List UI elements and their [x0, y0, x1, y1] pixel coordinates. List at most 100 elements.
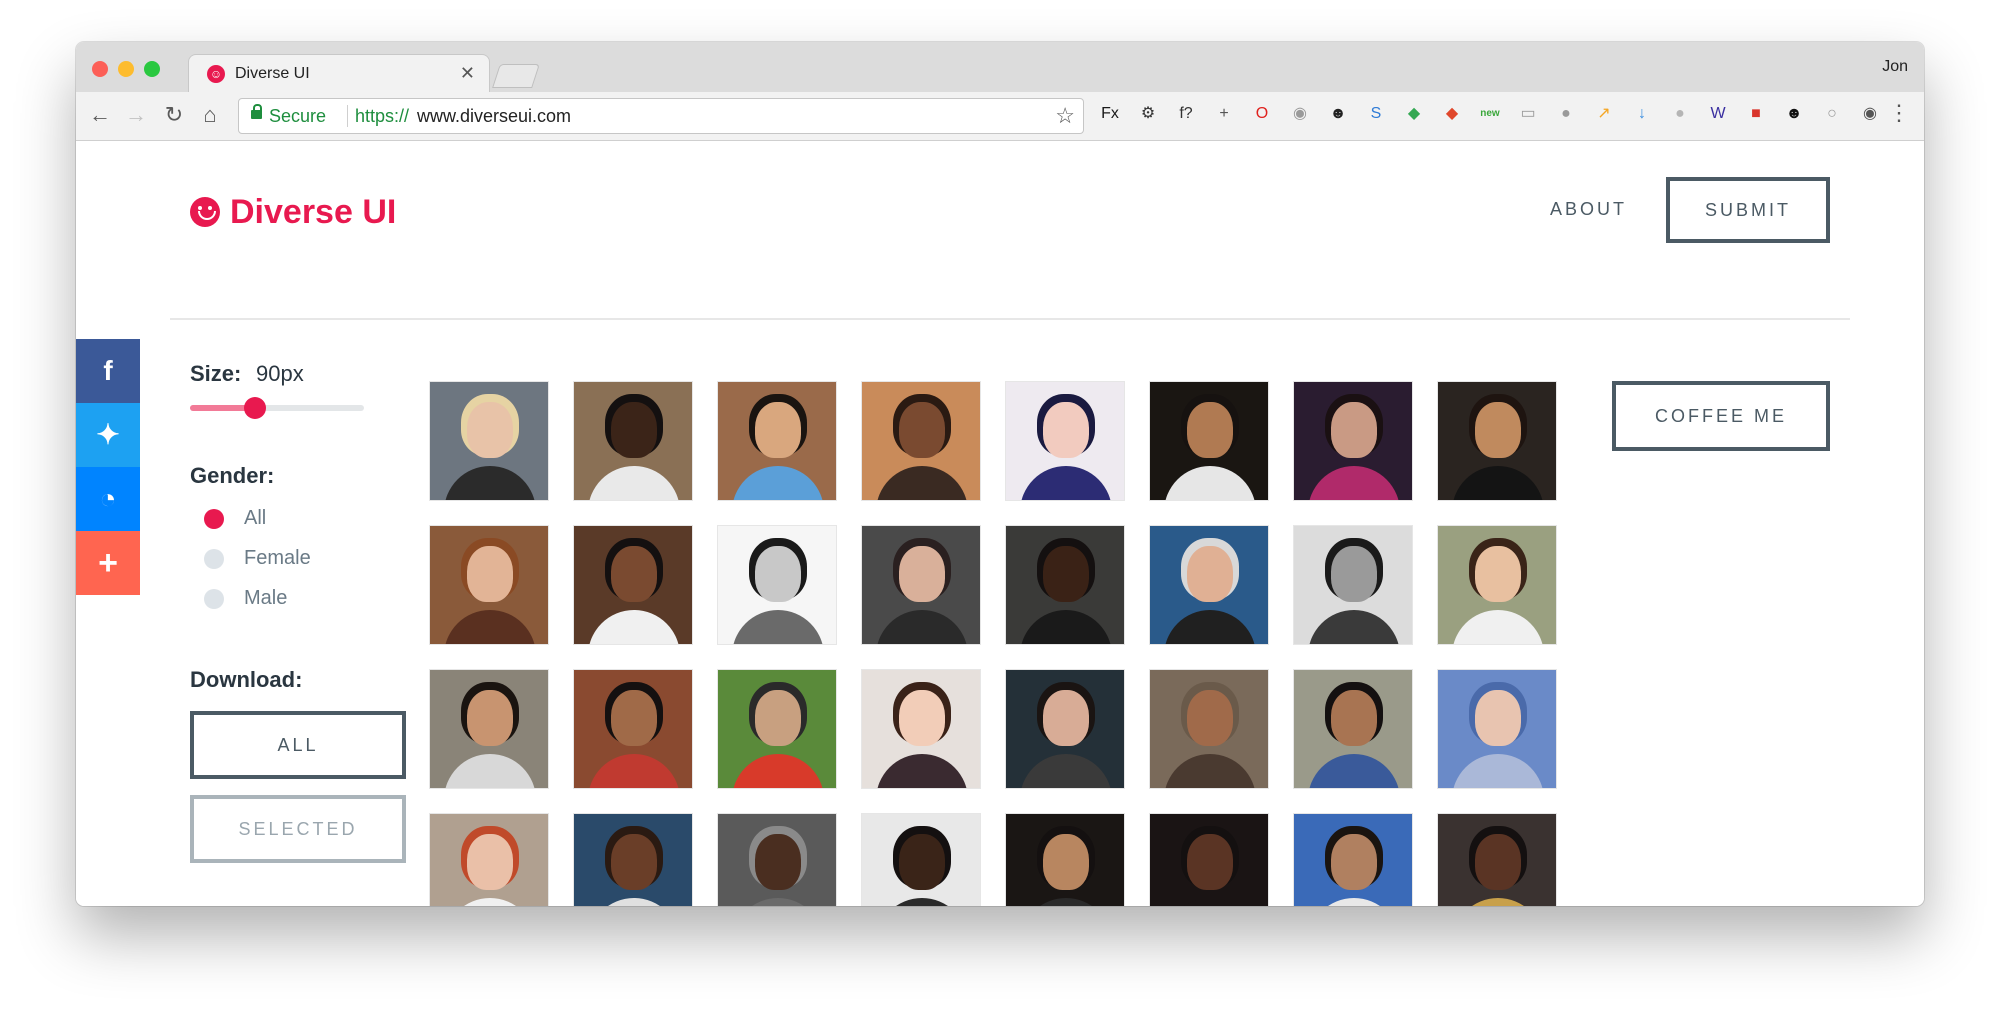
size-slider-thumb[interactable] — [244, 397, 266, 419]
eye-extension-icon[interactable]: ◉ — [1858, 102, 1882, 126]
fx-extension-icon[interactable]: Fx — [1098, 102, 1122, 126]
camera-extension-icon[interactable]: ◉ — [1288, 102, 1312, 126]
gear-extension-icon[interactable]: ⚙ — [1136, 102, 1160, 126]
home-icon[interactable]: ⌂ — [198, 102, 222, 128]
avatar-photo[interactable] — [1149, 381, 1269, 501]
lock-icon — [251, 104, 262, 119]
diamond-extension-icon[interactable]: ◆ — [1402, 102, 1426, 126]
reload-icon[interactable]: ↻ — [162, 102, 186, 128]
avatar-photo[interactable] — [861, 669, 981, 789]
brand-name: Diverse UI — [230, 193, 397, 231]
gender-option-label: Female — [244, 547, 311, 569]
chart-extension-icon[interactable]: ▭ — [1516, 102, 1540, 126]
coffee-me-button[interactable]: COFFEE ME — [1612, 381, 1830, 451]
nav-about-link[interactable]: ABOUT — [1550, 199, 1627, 220]
lock-extension-icon[interactable]: ■ — [1744, 102, 1768, 126]
avatar-photo[interactable] — [1437, 525, 1557, 645]
avatar-photo[interactable] — [717, 381, 837, 501]
avatar-photo[interactable] — [1293, 669, 1413, 789]
avatar-photo[interactable] — [1149, 813, 1269, 906]
avatar-photo[interactable] — [717, 813, 837, 906]
avatar-photo[interactable] — [717, 525, 837, 645]
avatar-photo[interactable] — [429, 669, 549, 789]
avatar-face — [1475, 834, 1521, 890]
avatar-photo[interactable] — [573, 525, 693, 645]
avatar-photo[interactable] — [1293, 813, 1413, 906]
menu-dots-icon[interactable]: ⋮ — [1888, 100, 1910, 126]
minimize-window-button[interactable] — [118, 61, 134, 77]
avatar-face — [611, 690, 657, 746]
panda-extension-icon[interactable]: ☻ — [1326, 102, 1350, 126]
analytics-extension-icon[interactable]: ↗ — [1592, 102, 1616, 126]
new-tab-button[interactable] — [492, 64, 540, 88]
zoom-window-button[interactable] — [144, 61, 160, 77]
facebook-share-icon[interactable]: f — [76, 339, 140, 403]
avatar-photo[interactable] — [1293, 381, 1413, 501]
avatar-photo[interactable] — [1149, 525, 1269, 645]
gender-radio[interactable] — [204, 589, 224, 609]
avatar-photo[interactable] — [861, 381, 981, 501]
avatar-face — [1331, 834, 1377, 890]
gender-option-label: All — [244, 507, 267, 529]
avatar-face — [1043, 402, 1089, 458]
avatar-photo[interactable] — [717, 669, 837, 789]
bookmark-star-icon[interactable]: ☆ — [1055, 103, 1075, 129]
avatar-photo[interactable] — [429, 381, 549, 501]
browser-tab[interactable]: ☺ Diverse UI ✕ — [188, 54, 490, 93]
gender-radio[interactable] — [204, 509, 224, 529]
avatar-photo[interactable] — [429, 525, 549, 645]
submit-button[interactable]: SUBMIT — [1666, 177, 1830, 243]
reddit-extension-icon[interactable]: ● — [1554, 102, 1578, 126]
download-extension-icon[interactable]: ↓ — [1630, 102, 1654, 126]
avatar-photo[interactable] — [1437, 381, 1557, 501]
address-bar[interactable]: Secure https:// www.diverseui.com ☆ — [238, 98, 1084, 134]
header-divider — [170, 318, 1850, 320]
avatar-photo[interactable] — [429, 813, 549, 906]
gender-label: Gender: — [190, 463, 275, 488]
circle-extension-icon[interactable]: ○ — [1820, 102, 1844, 126]
dot-extension-icon[interactable]: ● — [1668, 102, 1692, 126]
face-extension-icon[interactable]: ☻ — [1782, 102, 1806, 126]
download-selected-button[interactable]: SELECTED — [190, 795, 406, 863]
back-arrow-icon[interactable]: ← — [88, 102, 112, 128]
function-extension-icon[interactable]: f? — [1174, 102, 1198, 126]
opera-extension-icon[interactable]: O — [1250, 102, 1274, 126]
avatar-photo[interactable] — [1293, 525, 1413, 645]
avatar-photo[interactable] — [861, 813, 981, 906]
avatar-face — [1187, 690, 1233, 746]
crosshair-extension-icon[interactable]: + — [1212, 102, 1236, 126]
avatar-face — [467, 546, 513, 602]
avatar-face — [899, 546, 945, 602]
twitter-share-icon[interactable]: ✦ — [76, 403, 140, 467]
avatar-photo[interactable] — [1005, 525, 1125, 645]
gender-radio[interactable] — [204, 549, 224, 569]
messenger-share-icon[interactable]: ◔ — [76, 467, 140, 531]
avatar-face — [1475, 546, 1521, 602]
size-slider[interactable] — [190, 397, 364, 419]
red-diamond-extension-icon[interactable]: ◆ — [1440, 102, 1464, 126]
avatar-photo[interactable] — [1437, 669, 1557, 789]
tab-close-icon[interactable]: ✕ — [460, 63, 475, 84]
avatar-face — [467, 402, 513, 458]
forward-arrow-icon[interactable]: → — [124, 102, 148, 128]
avatar-photo[interactable] — [1005, 669, 1125, 789]
avatar-face — [611, 402, 657, 458]
avatar-photo[interactable] — [573, 813, 693, 906]
w-extension-icon[interactable]: W — [1706, 102, 1730, 126]
more-share-icon[interactable]: + — [76, 531, 140, 595]
close-window-button[interactable] — [92, 61, 108, 77]
avatar-photo[interactable] — [1437, 813, 1557, 906]
download-all-button[interactable]: ALL — [190, 711, 406, 779]
avatar-photo[interactable] — [573, 669, 693, 789]
avatar-face — [755, 690, 801, 746]
avatar-photo[interactable] — [1005, 381, 1125, 501]
secure-label: Secure — [269, 106, 327, 126]
profile-name[interactable]: Jon — [1882, 58, 1908, 76]
new-badge-extension-icon[interactable]: new — [1478, 102, 1502, 126]
avatar-photo[interactable] — [573, 381, 693, 501]
download-label: Download: — [190, 667, 303, 692]
avatar-photo[interactable] — [1149, 669, 1269, 789]
s-extension-icon[interactable]: S — [1364, 102, 1388, 126]
avatar-photo[interactable] — [1005, 813, 1125, 906]
avatar-photo[interactable] — [861, 525, 981, 645]
